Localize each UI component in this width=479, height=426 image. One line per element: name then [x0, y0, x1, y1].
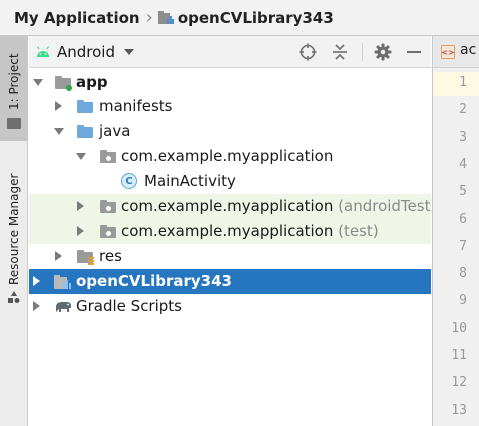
editor-area: <> ac 1 2 3 4 5 6 7 8 9 10 11 12 13	[432, 36, 479, 426]
module-folder-icon	[54, 75, 72, 91]
line-number: 9	[459, 293, 467, 309]
tree-row-package-main[interactable]: com.example.myapplication	[29, 144, 431, 169]
package-name: com.example.myapplication	[121, 222, 334, 240]
expand-arrow-icon[interactable]	[54, 128, 64, 135]
expand-arrow-icon[interactable]	[76, 153, 86, 160]
tree-item-label: com.example.myapplication	[121, 147, 334, 165]
tree-row-res[interactable]: res	[29, 244, 431, 269]
tree-item-label: res	[99, 247, 122, 265]
current-line-highlight	[433, 72, 479, 96]
line-number: 11	[451, 348, 467, 363]
line-number: 8	[459, 266, 467, 282]
gear-icon[interactable]	[370, 36, 396, 68]
tree-row-java[interactable]: java	[29, 119, 431, 144]
tree-item-label: app	[76, 73, 108, 91]
line-number: 1	[459, 75, 467, 90]
collapse-arrow-icon[interactable]	[33, 276, 40, 286]
tree-item-label: manifests	[99, 97, 173, 115]
dropdown-chevron-icon	[124, 49, 134, 55]
tree-item-label: openCVLibrary343	[76, 272, 232, 290]
tree-row-mainactivity[interactable]: C MainActivity	[29, 169, 431, 194]
tree-item-label: com.example.myapplication (androidTest)	[121, 197, 436, 215]
breadcrumb-separator-icon: ›	[145, 7, 153, 28]
locate-target-icon[interactable]	[295, 36, 321, 68]
class-icon: C	[121, 173, 137, 189]
expand-arrow-icon[interactable]	[33, 79, 43, 86]
tree-item-label: java	[99, 122, 131, 140]
package-name: com.example.myapplication	[121, 197, 334, 215]
library-module-icon	[54, 274, 72, 290]
tree-item-label: com.example.myapplication (test)	[121, 222, 379, 240]
layout-file-icon: <>	[441, 45, 455, 59]
package-icon	[99, 224, 117, 240]
project-folder-icon	[7, 118, 21, 129]
package-icon	[99, 149, 117, 165]
project-tree: app manifests java com.example.myapplica…	[29, 68, 436, 426]
module-folder-icon	[157, 10, 174, 25]
toolbar-divider	[362, 43, 363, 61]
resources-folder-icon	[76, 249, 94, 265]
gradle-elephant-icon	[53, 299, 71, 315]
editor-tab-label: ac	[460, 42, 477, 58]
source-set-suffix: (androidTest)	[338, 197, 437, 215]
breadcrumb-module[interactable]: openCVLibrary343	[178, 9, 334, 27]
tree-row-opencvlibrary[interactable]: openCVLibrary343	[29, 269, 431, 294]
tree-row-gradle-scripts[interactable]: Gradle Scripts	[29, 294, 431, 319]
project-panel-toolbar: Android	[29, 36, 431, 68]
collapse-arrow-icon[interactable]	[33, 301, 40, 311]
line-number: 2	[459, 102, 467, 118]
collapse-arrow-icon[interactable]	[77, 226, 84, 236]
tree-item-label: Gradle Scripts	[76, 297, 182, 315]
collapse-arrow-icon[interactable]	[77, 201, 84, 211]
line-number: 12	[451, 375, 467, 391]
project-tab-label: 1: Project	[7, 53, 21, 110]
resource-manager-tab-label: Resource Manager	[7, 173, 21, 285]
resource-manager-icon	[8, 291, 20, 307]
line-number: 10	[451, 320, 467, 336]
line-number: 6	[459, 211, 467, 227]
tree-row-app[interactable]: app	[29, 70, 431, 95]
android-icon	[35, 45, 51, 59]
line-number: 3	[459, 129, 467, 145]
source-set-suffix: (test)	[338, 222, 379, 240]
view-selector[interactable]: Android	[35, 36, 153, 68]
line-number: 4	[459, 156, 467, 172]
folder-icon	[76, 124, 94, 140]
tree-row-package-androidtest[interactable]: com.example.myapplication (androidTest)	[29, 194, 436, 219]
folder-icon	[76, 99, 94, 115]
tree-row-package-test[interactable]: com.example.myapplication (test)	[29, 219, 431, 244]
collapse-all-icon[interactable]	[327, 36, 353, 68]
view-selector-label: Android	[57, 43, 115, 61]
breadcrumb: My Application › openCVLibrary343	[0, 0, 479, 36]
line-number: 7	[459, 238, 467, 254]
breadcrumb-project[interactable]: My Application	[14, 9, 140, 27]
resource-manager-tool-tab[interactable]: Resource Manager	[0, 161, 28, 311]
collapse-arrow-icon[interactable]	[55, 101, 62, 111]
line-number: 5	[459, 184, 467, 200]
left-tool-strip: 1: Project Resource Manager	[0, 36, 28, 426]
collapse-arrow-icon[interactable]	[55, 251, 62, 261]
package-icon	[99, 199, 117, 215]
editor-tab[interactable]: <> ac	[433, 36, 479, 68]
line-number: 13	[451, 402, 467, 418]
tree-row-manifests[interactable]: manifests	[29, 94, 431, 119]
minimize-icon[interactable]	[401, 36, 427, 68]
project-tool-tab[interactable]: 1: Project	[0, 36, 28, 141]
tree-item-label: MainActivity	[144, 172, 236, 190]
